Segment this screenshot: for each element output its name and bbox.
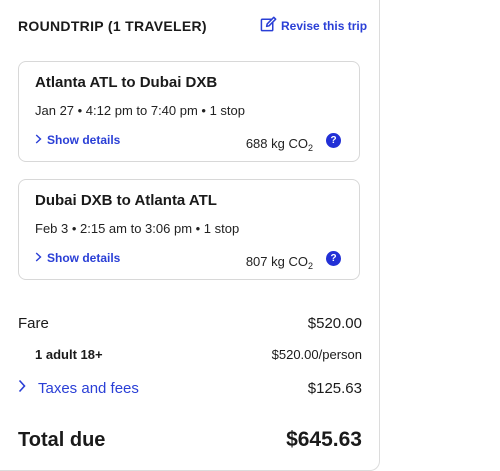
fare-label: Fare [18, 315, 49, 332]
taxes-row: Taxes and fees $125.63 [18, 379, 362, 397]
trip-summary-card: ROUNDTRIP (1 TRAVELER) Revise this trip … [0, 0, 380, 471]
trip-type-title: ROUNDTRIP (1 TRAVELER) [18, 18, 207, 34]
segment-times: Feb 3 • 2:15 am to 3:06 pm • 1 stop [35, 221, 240, 236]
co2-subscript: 2 [307, 143, 313, 153]
fare-value: $520.00 [307, 315, 362, 332]
fare-row: Fare $520.00 [18, 315, 362, 332]
total-label: Total due [18, 428, 106, 451]
show-details-label: Show details [47, 251, 121, 265]
revise-trip-link[interactable]: Revise this trip [260, 16, 367, 36]
chevron-right-icon [18, 379, 26, 397]
traveler-label: 1 adult 18+ [35, 347, 103, 362]
co2-emissions: 807 kg CO2 [246, 254, 313, 271]
show-details-button[interactable]: Show details [35, 133, 120, 147]
chevron-right-icon [35, 251, 42, 265]
co2-value: 688 kg CO [245, 136, 308, 151]
segment-times: Jan 27 • 4:12 pm to 7:40 pm • 1 stop [35, 103, 246, 118]
flight-segment-return: Dubai DXB to Atlanta ATL Feb 3 • 2:15 am… [18, 179, 360, 280]
show-details-button[interactable]: Show details [35, 251, 120, 265]
taxes-value: $125.63 [307, 379, 362, 397]
total-row: Total due $645.63 [18, 428, 362, 452]
co2-value: 807 kg CO [245, 254, 308, 269]
segment-route: Dubai DXB to Atlanta ATL [35, 192, 217, 209]
revise-trip-label: Revise this trip [281, 19, 368, 33]
chevron-right-icon [35, 133, 42, 147]
show-details-label: Show details [47, 133, 121, 147]
flight-segment-outbound: Atlanta ATL to Dubai DXB Jan 27 • 4:12 p… [18, 61, 360, 162]
help-icon[interactable]: ? [326, 133, 341, 148]
taxes-label: Taxes and fees [38, 379, 139, 397]
help-icon[interactable]: ? [326, 251, 341, 266]
co2-subscript: 2 [307, 261, 313, 271]
taxes-toggle[interactable]: Taxes and fees [18, 379, 139, 397]
segment-route: Atlanta ATL to Dubai DXB [35, 74, 218, 91]
total-value: $645.63 [286, 428, 362, 451]
co2-emissions: 688 kg CO2 [246, 136, 313, 153]
edit-icon [260, 16, 277, 36]
traveler-price-row: 1 adult 18+ $520.00/person [18, 347, 362, 362]
traveler-price: $520.00/person [271, 347, 362, 362]
